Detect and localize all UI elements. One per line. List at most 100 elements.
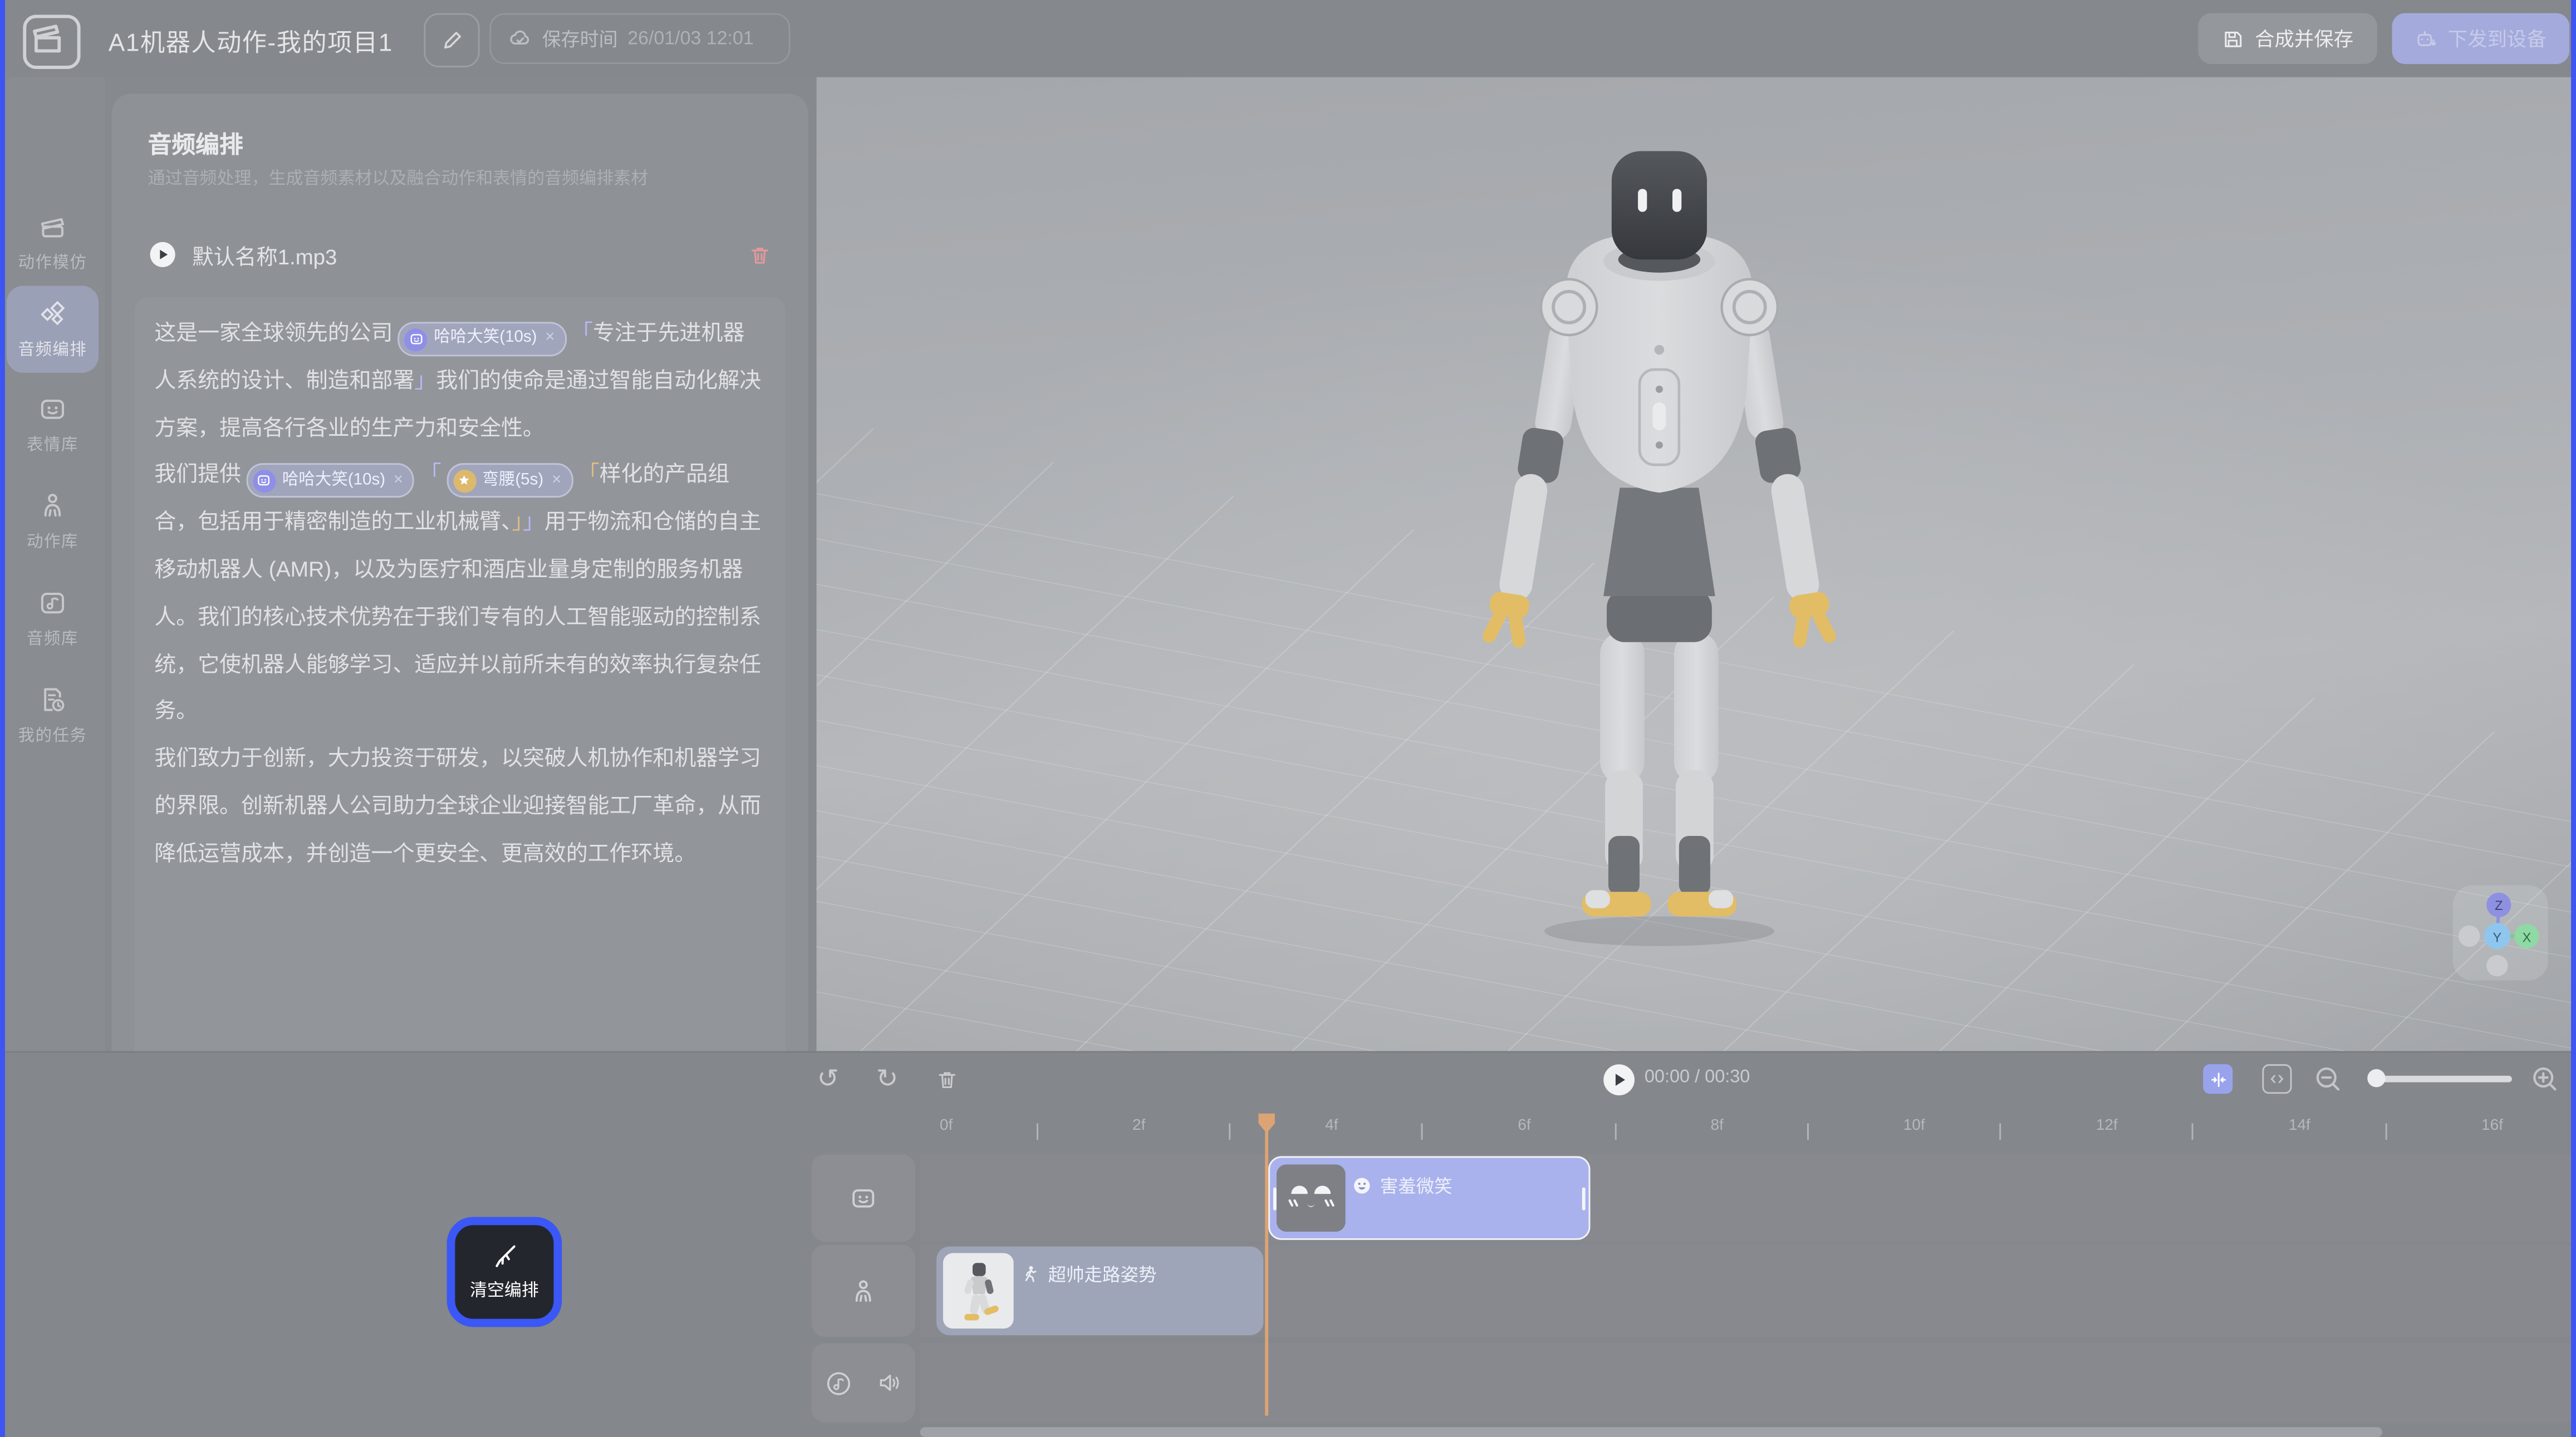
- sparkle-diamonds-icon: [38, 299, 67, 328]
- app-logo-icon[interactable]: [23, 15, 80, 69]
- tag-label: 哈哈大笑(10s): [434, 316, 537, 363]
- sidebar-item-motion-mimic[interactable]: 动作模仿: [0, 212, 105, 273]
- action-clip[interactable]: 超帅走路姿势: [936, 1247, 1263, 1335]
- tag-label: 哈哈大笑(10s): [282, 457, 385, 505]
- action-star-icon: [453, 470, 475, 493]
- script-paragraph: 这是一家全球领先的公司哈哈大笑(10s)×「专注于先进机器人系统的设计、制造和部…: [154, 311, 766, 452]
- gizmo-z-label: Z: [2495, 899, 2503, 913]
- ruler-frame-label: 6f: [1518, 1117, 1530, 1135]
- expression-track-header: [812, 1154, 915, 1241]
- playhead-handle[interactable]: [1257, 1112, 1276, 1135]
- sidebar-item-audio-library[interactable]: 音频库: [0, 588, 105, 648]
- script-text: 我们提供: [154, 462, 241, 486]
- script-paragraph: 我们提供哈哈大笑(10s)×「弯腰(5s)×「样化的产品组合，包括用于精密制造的…: [154, 452, 766, 736]
- time-display: 00:00 / 00:30: [1645, 1067, 1750, 1087]
- range-bracket: 」: [414, 367, 436, 392]
- snap-icon: [2209, 1070, 2226, 1088]
- ruler-tick: [1807, 1123, 1808, 1140]
- ruler-tick: [2192, 1123, 2194, 1140]
- sidebar-item-label: 动作库: [27, 527, 78, 552]
- window-edge-left: [0, 0, 5, 1437]
- sidebar-item-label: 音频编排: [18, 335, 87, 360]
- audio-track-lane[interactable]: [920, 1344, 2572, 1423]
- sidebar-item-action-library[interactable]: 动作库: [0, 491, 105, 552]
- ruler-tick: [1421, 1123, 1423, 1140]
- sidebar-item-expression-library[interactable]: 表情库: [0, 394, 105, 455]
- robot-face-icon: [38, 394, 67, 424]
- play-audio-button[interactable]: [148, 240, 178, 269]
- ruler-frame-label: 4f: [1325, 1117, 1338, 1135]
- delete-clip-button[interactable]: [926, 1059, 966, 1099]
- merge-save-button[interactable]: 合成并保存: [2198, 13, 2377, 64]
- timeline-zoom-slider[interactable]: [2371, 1076, 2512, 1081]
- undo-button[interactable]: ↺: [808, 1059, 848, 1099]
- rename-project-button[interactable]: [424, 13, 479, 67]
- ruler-frame-label: 14f: [2289, 1117, 2310, 1135]
- ruler-frame-label: 2f: [1132, 1117, 1145, 1135]
- timeline-panel: ↺ ↻ 00:00 / 00:30 0f2f4f6f8f10f12f14f16f: [0, 1051, 2576, 1437]
- timeline-controls: ↺ ↻ 00:00 / 00:30: [0, 1059, 2576, 1109]
- redo-button[interactable]: ↻: [867, 1059, 907, 1099]
- clapperboard-icon: [38, 212, 67, 242]
- deploy-to-device-button[interactable]: 下发到设备: [2392, 13, 2570, 64]
- range-bracket: 「: [571, 320, 593, 345]
- orientation-gizmo[interactable]: Z Y X: [2453, 885, 2548, 981]
- smiley-icon: [1352, 1176, 1372, 1195]
- gizmo-axis-neg-x[interactable]: [2459, 926, 2480, 947]
- save-time-label: 保存时间: [542, 26, 618, 52]
- person-icon: [850, 1277, 877, 1305]
- expression-face-icon: [253, 470, 276, 493]
- panel-title: 音频编排: [148, 126, 243, 161]
- range-bracket: 」: [512, 509, 522, 534]
- expression-clip[interactable]: 害羞微笑: [1268, 1156, 1590, 1239]
- clear-arrange-button[interactable]: 清空编排: [447, 1217, 562, 1327]
- timeline-scrollbar[interactable]: [920, 1427, 2382, 1436]
- gizmo-axis-neg-z[interactable]: [2486, 955, 2508, 976]
- delete-audio-button[interactable]: [748, 242, 772, 267]
- zoom-slider-handle[interactable]: [2367, 1069, 2385, 1087]
- audio-file-row: 默认名称1.mp3: [148, 235, 772, 274]
- tag-remove-button[interactable]: ×: [545, 316, 555, 363]
- ruler-tick: [2000, 1123, 2001, 1140]
- zoom-out-icon[interactable]: [2313, 1064, 2343, 1094]
- expression-track-lane[interactable]: [920, 1154, 2572, 1241]
- action-clip-label: 超帅走路姿势: [1020, 1261, 1157, 1287]
- cloud-check-icon: [508, 26, 532, 51]
- timeline-ruler[interactable]: 0f2f4f6f8f10f12f14f16f: [920, 1112, 2572, 1151]
- walking-person-icon: [1020, 1264, 1040, 1284]
- clip-trim-handle-right[interactable]: [1582, 1188, 1586, 1210]
- action-tag[interactable]: 弯腰(5s)×: [446, 464, 572, 498]
- clip-trim-handle-left[interactable]: [1273, 1188, 1277, 1210]
- tag-remove-button[interactable]: ×: [394, 457, 403, 505]
- save-time-value: 26/01/03 12:01: [627, 29, 753, 48]
- merge-save-label: 合成并保存: [2255, 24, 2353, 52]
- sidebar-item-label: 我的任务: [18, 721, 87, 745]
- expression-tag[interactable]: 哈哈大笑(10s)×: [398, 322, 566, 356]
- snap-toggle-button[interactable]: [2203, 1064, 2232, 1094]
- sidebar-item-my-tasks[interactable]: 我的任务: [0, 685, 105, 746]
- sidebar-item-audio-arrange[interactable]: 音频编排: [7, 286, 99, 372]
- topbar: A1机器人动作-我的项目1 保存时间 26/01/03 12:01 合成并保存 …: [0, 0, 2576, 77]
- ruler-tick: [2385, 1123, 2387, 1140]
- script-editor[interactable]: 这是一家全球领先的公司哈哈大笑(10s)×「专注于先进机器人系统的设计、制造和部…: [135, 297, 786, 1161]
- gizmo-x-label: X: [2523, 931, 2531, 945]
- play-button[interactable]: [1602, 1062, 1636, 1097]
- fit-timeline-button[interactable]: [2262, 1064, 2292, 1094]
- ruler-frame-label: 0f: [940, 1117, 953, 1135]
- range-bracket: 「: [420, 462, 441, 486]
- robot-download-icon: [2415, 27, 2438, 50]
- ruler-tick: [1036, 1123, 1038, 1140]
- trash-icon: [934, 1067, 959, 1091]
- action-clip-thumbnail: [943, 1253, 1014, 1329]
- speaker-icon[interactable]: [876, 1370, 902, 1396]
- ruler-frame-label: 16f: [2481, 1117, 2503, 1135]
- tag-remove-button[interactable]: ×: [552, 457, 561, 505]
- zoom-in-icon[interactable]: [2530, 1064, 2559, 1094]
- expression-tag[interactable]: 哈哈大笑(10s)×: [246, 464, 415, 498]
- viewport-3d[interactable]: Z Y X: [817, 77, 2572, 1051]
- pencil-icon: [439, 28, 464, 52]
- ruler-frame-label: 10f: [1903, 1117, 1925, 1135]
- ruler-frame-label: 8f: [1710, 1117, 1723, 1135]
- playhead-line[interactable]: [1265, 1128, 1267, 1415]
- gizmo-y-label: Y: [2492, 931, 2501, 945]
